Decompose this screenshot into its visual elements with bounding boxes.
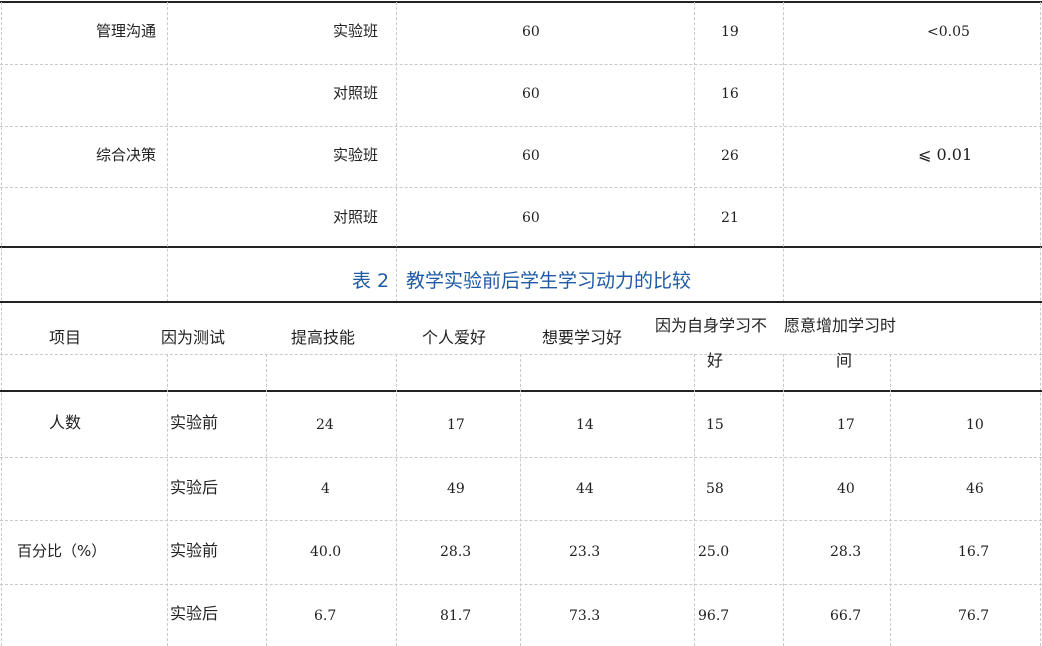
- table1-score: 19: [721, 24, 739, 40]
- cell-value: 15: [706, 417, 724, 433]
- table1-row-divider: [0, 187, 1042, 188]
- cell-value: 24: [316, 417, 334, 433]
- row-phase: 实验前: [170, 541, 219, 560]
- table2-row-divider: [0, 520, 1042, 521]
- table2-col-divider: [783, 354, 784, 646]
- table2-row-divider: [0, 457, 1042, 458]
- table1-item: 管理沟通: [96, 22, 157, 40]
- cell-value: 66.7: [830, 608, 862, 624]
- header-time-line1: 愿意增加学习时: [784, 316, 897, 335]
- header-test: 因为测试: [161, 328, 226, 347]
- table1-row-divider: [0, 64, 1042, 65]
- cell-value: 4: [321, 481, 330, 497]
- cell-value: 73.3: [569, 608, 601, 624]
- header-item: 项目: [49, 328, 82, 347]
- cell-value: 10: [966, 417, 984, 433]
- table1-n: 60: [522, 86, 540, 102]
- header-time-line2: 间: [836, 351, 853, 370]
- cell-value: 28.3: [440, 544, 472, 560]
- right-border: [1040, 2, 1041, 646]
- table2-col-divider: [266, 354, 267, 646]
- table1-group: 实验班: [333, 146, 379, 164]
- cell-value: 28.3: [830, 544, 862, 560]
- table1-group: 对照班: [333, 84, 379, 102]
- cell-value: 40: [837, 481, 855, 497]
- cell-value: 25.0: [698, 544, 730, 560]
- table1-n: 60: [522, 210, 540, 226]
- cell-value: 17: [447, 417, 465, 433]
- table2-title-number: 表 2: [352, 270, 390, 292]
- row-phase: 实验后: [170, 478, 219, 497]
- table1-group: 对照班: [333, 208, 379, 226]
- row-label: 百分比（%）: [17, 542, 107, 560]
- table2-top-rule: [0, 301, 1042, 303]
- table2-header-rule: [0, 390, 1042, 392]
- table1-col-divider: [783, 2, 784, 302]
- table1-n: 60: [522, 148, 540, 164]
- cell-value: 6.7: [314, 608, 337, 624]
- table2-col-divider: [694, 354, 695, 646]
- table2-col-divider: [890, 354, 891, 646]
- table2-col-divider: [396, 354, 397, 646]
- table1-item: 综合决策: [96, 146, 157, 164]
- row-phase: 实验前: [170, 413, 219, 432]
- cell-value: 46: [966, 481, 984, 497]
- table1-row-divider: [0, 126, 1042, 127]
- cell-value: 17: [837, 417, 855, 433]
- row-phase: 实验后: [170, 604, 219, 623]
- header-self-line2: 好: [707, 351, 724, 370]
- cell-value: 23.3: [569, 544, 601, 560]
- table1-n: 60: [522, 24, 540, 40]
- left-border: [1, 2, 2, 646]
- cell-value: 49: [447, 481, 465, 497]
- table2-row-divider: [0, 584, 1042, 585]
- cell-value: 76.7: [958, 608, 990, 624]
- cell-value: 16.7: [958, 544, 990, 560]
- header-self-line1: 因为自身学习不: [655, 316, 768, 335]
- table1-score: 16: [721, 86, 739, 102]
- table2-col-divider: [167, 354, 168, 646]
- document-page: { "table1": { "rows": [ {"item": "管理沟通",…: [0, 0, 1042, 646]
- header-skill: 提高技能: [291, 328, 356, 347]
- table1-p: <0.05: [927, 24, 970, 40]
- table1-p: ⩽ 0.01: [918, 145, 973, 164]
- table1-col-divider: [167, 2, 168, 302]
- table1-bottom-rule: [0, 246, 1042, 248]
- cell-value: 14: [576, 417, 594, 433]
- table2-header-divider: [0, 354, 1042, 355]
- cell-value: 58: [706, 481, 724, 497]
- table1-top-rule: [0, 1, 1042, 3]
- table1-col-divider: [396, 2, 397, 302]
- cell-value: 81.7: [440, 608, 472, 624]
- header-hobby: 个人爱好: [422, 328, 487, 347]
- table1-score: 26: [721, 148, 739, 164]
- cell-value: 40.0: [310, 544, 342, 560]
- table2-title: 教学实验前后学生学习动力的比较: [406, 270, 692, 292]
- cell-value: 96.7: [698, 608, 730, 624]
- table2-col-divider: [520, 354, 521, 646]
- cell-value: 44: [576, 481, 594, 497]
- table1-col-divider: [694, 2, 695, 246]
- table1-group: 实验班: [333, 22, 379, 40]
- table1-score: 21: [721, 210, 739, 226]
- header-study-well: 想要学习好: [542, 328, 623, 347]
- row-label: 人数: [49, 413, 82, 432]
